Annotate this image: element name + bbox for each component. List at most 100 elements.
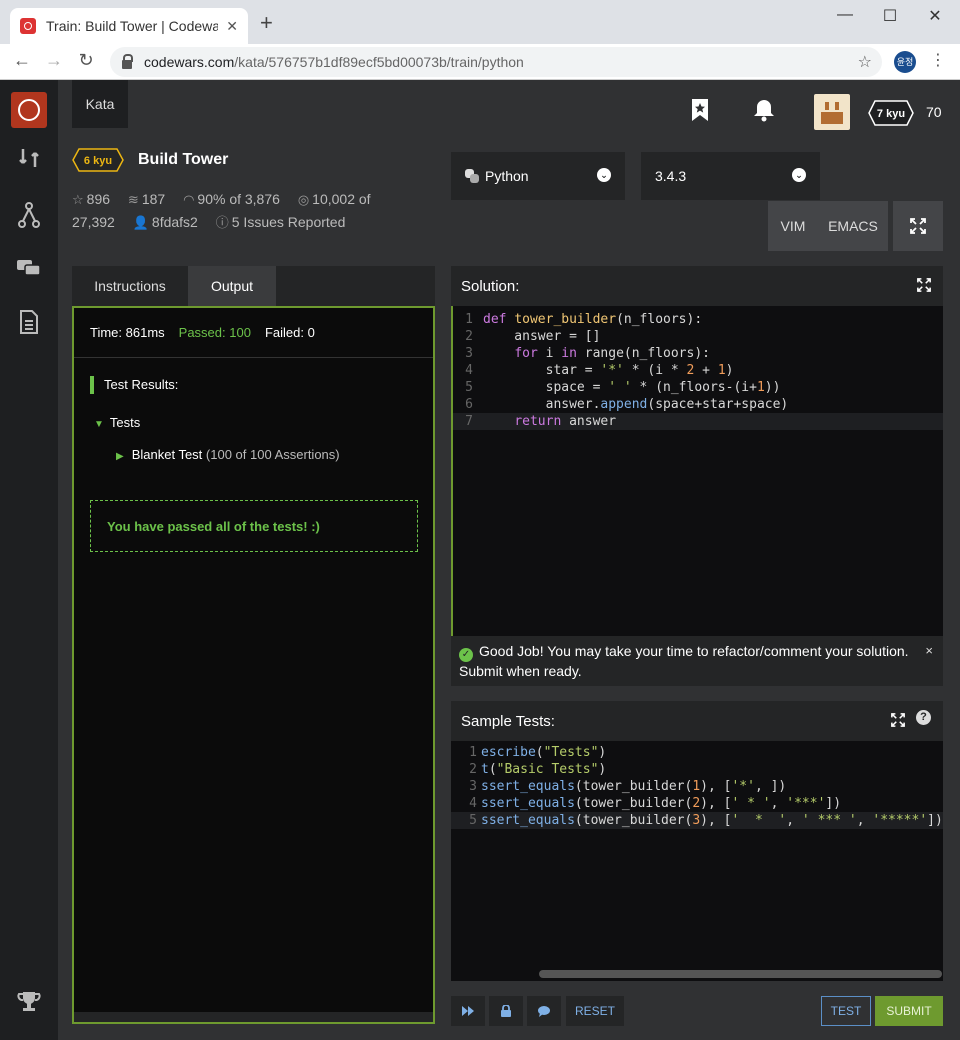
line-number: 6 xyxy=(465,397,473,412)
tab-instructions[interactable]: Instructions xyxy=(72,266,188,306)
line-number: 2 xyxy=(469,762,477,777)
passed-stat: Passed: 100 xyxy=(178,325,251,340)
output-summary: Time: 861ms Passed: 100 Failed: 0 xyxy=(74,308,433,358)
line-number: 5 xyxy=(469,813,477,828)
author-link[interactable]: 8fdafs2 xyxy=(152,214,198,230)
vim-mode-button[interactable]: VIM xyxy=(768,201,818,251)
close-notice-icon[interactable]: × xyxy=(925,642,933,660)
check-icon: ✓ xyxy=(459,648,473,662)
output-panel: Time: 861ms Passed: 100 Failed: 0 Test R… xyxy=(72,306,435,1024)
completed-count: 10,002 of xyxy=(312,191,371,207)
star-icon: ☆ xyxy=(72,192,84,207)
skip-button[interactable] xyxy=(451,996,485,1026)
language-select[interactable]: Python ⌄ xyxy=(451,152,625,200)
success-message: Good Job! You may take your time to refa… xyxy=(459,643,909,679)
fullscreen-button[interactable] xyxy=(893,201,943,251)
unlock-solutions-button[interactable] xyxy=(489,996,523,1026)
stars-count: 896 xyxy=(86,191,111,207)
tab-title: Train: Build Tower | Codewa xyxy=(46,18,219,34)
bell-icon[interactable] xyxy=(752,98,776,128)
lock-icon xyxy=(501,1005,511,1017)
collections-count: 187 xyxy=(141,191,166,207)
author-icon: 👤 xyxy=(132,215,149,230)
tab-close-icon[interactable]: ✕ xyxy=(226,18,238,35)
codewars-favicon-icon xyxy=(20,18,36,34)
kata-nav-tab[interactable]: Kata xyxy=(72,80,128,128)
time-stat: Time: 861ms xyxy=(90,325,165,340)
reset-button[interactable]: RESET xyxy=(566,996,624,1026)
profile-avatar[interactable]: 윤정 xyxy=(894,51,916,73)
bookmark-star-icon[interactable]: ☆ xyxy=(858,52,872,72)
line-number: 3 xyxy=(469,779,477,794)
lock-icon xyxy=(122,53,133,69)
collections-icon: ≋ xyxy=(127,192,139,207)
new-tab-button[interactable]: + xyxy=(260,12,273,34)
discuss-button[interactable] xyxy=(527,996,561,1026)
line-number: 2 xyxy=(465,329,473,344)
expand-icon[interactable] xyxy=(917,278,931,292)
solution-title: Solution: xyxy=(461,277,520,295)
fork-icon[interactable] xyxy=(0,202,58,234)
code-line-current: 7 return answer xyxy=(453,413,943,430)
tests-group-label: Tests xyxy=(109,415,141,430)
emacs-mode-button[interactable]: EMACS xyxy=(818,201,888,251)
blanket-test-item[interactable]: ▶ Blanket Test (100 of 100 Assertions) xyxy=(116,447,340,462)
solution-header: Solution: xyxy=(451,266,943,306)
satisfaction-icon: ◠ xyxy=(183,192,195,207)
line-number: 7 xyxy=(465,414,473,429)
code-line: 6 answer.append(space+star+space) xyxy=(453,396,943,413)
docs-icon[interactable] xyxy=(0,310,58,340)
horizontal-scrollbar[interactable] xyxy=(539,970,942,978)
user-rank-text: 7 kyu xyxy=(877,108,905,120)
address-bar[interactable]: codewars.com /kata/576757b1df89ecf5bd000… xyxy=(110,47,882,77)
sample-tests-title: Sample Tests: xyxy=(461,712,555,730)
app-sidebar xyxy=(0,80,58,1040)
line-number: 4 xyxy=(469,796,477,811)
reload-icon[interactable]: ↻ xyxy=(74,50,98,71)
tab-output[interactable]: Output xyxy=(188,266,276,306)
bookmark-icon[interactable] xyxy=(690,98,710,128)
sample-tests-editor[interactable]: 1 escribe("Tests") 2 t("Basic Tests") 3 sse… xyxy=(451,741,943,981)
issues-link[interactable]: 5 Issues Reported xyxy=(232,214,346,230)
sample-tests-header: Sample Tests: ? xyxy=(451,701,943,741)
left-panel-tabs: Instructions Output xyxy=(72,266,435,306)
line-number: 1 xyxy=(465,312,473,327)
submit-button[interactable]: SUBMIT xyxy=(875,996,943,1026)
output-footer xyxy=(74,1012,433,1022)
codewars-logo[interactable] xyxy=(11,92,47,128)
code-line: 1 escribe("Tests") xyxy=(451,744,943,761)
minimize-icon[interactable]: — xyxy=(830,6,860,24)
browser-toolbar: ← → ↻ codewars.com /kata/576757b1df89ecf… xyxy=(0,44,960,80)
back-icon[interactable]: ← xyxy=(10,50,34,71)
browser-tabbar: Train: Build Tower | Codewa ✕ + — ☐ ✕ xyxy=(0,0,960,44)
user-avatar[interactable] xyxy=(814,94,850,130)
chat-icon xyxy=(538,1005,550,1017)
practice-icon[interactable] xyxy=(0,146,58,176)
expand-icon[interactable] xyxy=(891,713,905,727)
browser-menu-icon[interactable]: ⋮ xyxy=(930,50,946,70)
blanket-test-label: Blanket Test xyxy=(131,447,203,462)
kata-stats: ☆ 896 ≋ 187 ◠ 90% of 3,876 ◎ 10,002 of 27,39… xyxy=(72,188,382,234)
test-results-title: Test Results: xyxy=(90,376,178,394)
code-line: 2 answer = [] xyxy=(453,328,943,345)
version-value: 3.4.3 xyxy=(655,168,687,184)
satisfaction-rating: 90% of 3,876 xyxy=(197,191,280,207)
pass-message: You have passed all of the tests! :) xyxy=(90,500,418,552)
tests-group[interactable]: ▼ Tests xyxy=(94,415,140,430)
expand-icon xyxy=(910,218,926,234)
discuss-icon[interactable] xyxy=(0,258,58,284)
forward-icon[interactable]: → xyxy=(42,50,66,71)
kata-title: Build Tower xyxy=(138,151,229,168)
help-icon[interactable]: ? xyxy=(916,710,931,725)
completed-total: 27,392 xyxy=(72,214,115,230)
version-select[interactable]: 3.4.3 ⌄ xyxy=(641,152,820,200)
code-line: 3 for i in range(n_floors): xyxy=(453,345,943,362)
browser-tab[interactable]: Train: Build Tower | Codewa ✕ xyxy=(10,8,248,44)
test-button[interactable]: TEST xyxy=(821,996,871,1026)
trophy-icon[interactable] xyxy=(0,990,58,1020)
window-close-icon[interactable]: ✕ xyxy=(920,6,950,26)
failed-stat: Failed: 0 xyxy=(264,325,315,340)
maximize-icon[interactable]: ☐ xyxy=(875,6,905,26)
solution-editor[interactable]: 1 def tower_builder(n_floors): 2 answer =… xyxy=(451,306,943,636)
chevron-down-icon: ⌄ xyxy=(792,168,806,182)
